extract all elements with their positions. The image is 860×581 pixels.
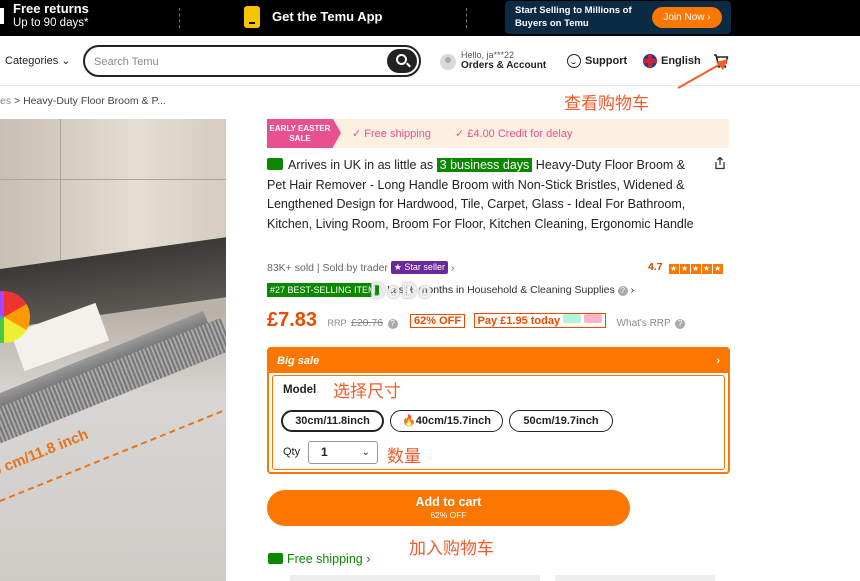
price-currency: £: [267, 309, 279, 331]
free-shipping-link[interactable]: Free shipping ›: [268, 552, 370, 566]
search-bar: [83, 45, 421, 77]
rating[interactable]: 4.7 ★ ★ ★ ★ ★: [648, 261, 724, 274]
join-now-button[interactable]: Join Now ›: [652, 7, 722, 28]
price-value: 7.83: [278, 309, 318, 331]
best-selling-rank[interactable]: #27 BEST-SELLING ITEM | Last 6 months in…: [267, 283, 634, 297]
sold-count: 83K+ sold | Sold by trader ★ Star seller…: [267, 261, 455, 274]
easter-promo-strip: EARLY EASTER SALE ✓ Free shipping ✓ £4.0…: [267, 119, 729, 148]
watermark: DoDo: [370, 278, 433, 303]
chevron-down-icon: ⌄: [361, 447, 370, 458]
returns-icon: [0, 8, 4, 24]
share-icon[interactable]: [713, 156, 727, 170]
easter-sale-badge: EARLY EASTER SALE: [267, 119, 341, 148]
annotation-quantity: 数量: [387, 447, 421, 467]
klarna-icon: [584, 314, 603, 323]
orders-account-link[interactable]: Orders & Account: [461, 60, 546, 71]
info-icon[interactable]: ?: [387, 319, 398, 329]
annotation-select-size: 选择尺寸: [333, 382, 401, 402]
product-image[interactable]: 0 cm/11.8 inch: [0, 119, 226, 581]
fire-icon: 🔥: [402, 415, 416, 427]
option-50cm[interactable]: 50cm/19.7inch: [509, 410, 613, 432]
breadcrumb-separator: >: [14, 95, 21, 107]
delivery-days-badge: 3 business days: [436, 158, 533, 172]
qty-label: Qty: [283, 446, 301, 458]
discount-badge: 62% OFF: [410, 314, 466, 328]
free-returns-subtitle: Up to 90 days*: [13, 17, 89, 29]
divider: [466, 8, 467, 28]
product-title: Arrives in UK in as little as 3 business…: [267, 158, 694, 231]
credit-for-delay-tag: ✓ £4.00 Credit for delay: [455, 128, 573, 140]
delivery-truck-icon: [267, 158, 283, 170]
categories-menu[interactable]: Categories ⌄: [5, 54, 70, 67]
annotation-add-to-cart: 加入购物车: [409, 539, 494, 559]
add-to-cart-button[interactable]: Add to cart 62% OFF: [267, 490, 630, 526]
support-icon[interactable]: [567, 54, 581, 68]
best-selling-badge: #27 BEST-SELLING ITEM: [267, 283, 379, 297]
support-link[interactable]: Support: [585, 55, 627, 67]
search-button[interactable]: [387, 49, 417, 73]
free-shipping-tag: ✓ Free shipping: [352, 128, 431, 140]
account-greeting[interactable]: Hello, ja***22: [461, 50, 514, 60]
delivery-truck-icon: [268, 553, 283, 564]
breadcrumb-current: Heavy-Duty Floor Broom & P...: [23, 95, 166, 107]
annotation-arrow: [677, 59, 728, 89]
info-icon[interactable]: ?: [617, 286, 628, 296]
sell-banner[interactable]: Start Selling to Millions of Buyers on T…: [505, 1, 731, 34]
option-40cm[interactable]: 🔥40cm/15.7inch: [390, 410, 503, 432]
annotation-view-cart: 查看购物车: [564, 94, 649, 114]
uk-flag-icon[interactable]: [643, 54, 657, 68]
avatar[interactable]: [440, 54, 456, 70]
category-link[interactable]: Household & Cleaning Supplies: [467, 284, 615, 296]
breadcrumb: es > Heavy-Duty Floor Broom & P...: [0, 95, 166, 107]
model-label: Model: [283, 384, 317, 396]
free-returns-title: Free returns: [13, 1, 89, 16]
phone-icon: [244, 6, 260, 28]
info-icon[interactable]: ?: [675, 319, 686, 329]
sell-banner-text: Start Selling to Millions of Buyers on T…: [515, 5, 632, 29]
clearpay-icon: [563, 314, 582, 323]
divider: [179, 8, 180, 28]
search-input[interactable]: [94, 53, 384, 70]
option-30cm[interactable]: 30cm/11.8inch: [281, 410, 384, 432]
price-row: £7.83 RRP £20.76 ? 62% OFF Pay £1.95 tod…: [267, 309, 686, 332]
get-app-link[interactable]: Get the Temu App: [272, 9, 383, 24]
big-sale-header[interactable]: Big sale ›: [269, 349, 728, 373]
big-sale-panel: Big sale › Model 30cm/11.8inch 🔥40cm/15.…: [267, 347, 730, 474]
breadcrumb-parent[interactable]: es: [0, 95, 11, 107]
top-promo-bar: Free returns Up to 90 days* Get the Temu…: [0, 0, 860, 36]
qty-select[interactable]: 1 ⌄: [308, 441, 378, 464]
chevron-right-icon: ›: [716, 355, 720, 367]
whats-rrp-link[interactable]: What's RRP: [617, 318, 671, 329]
pay-later-badge[interactable]: Pay £1.95 today: [473, 313, 607, 328]
star-seller-badge[interactable]: ★ Star seller: [390, 261, 448, 274]
star-rating-icon: ★ ★ ★ ★ ★: [668, 264, 723, 274]
rrp-price: £20.76: [350, 317, 384, 329]
